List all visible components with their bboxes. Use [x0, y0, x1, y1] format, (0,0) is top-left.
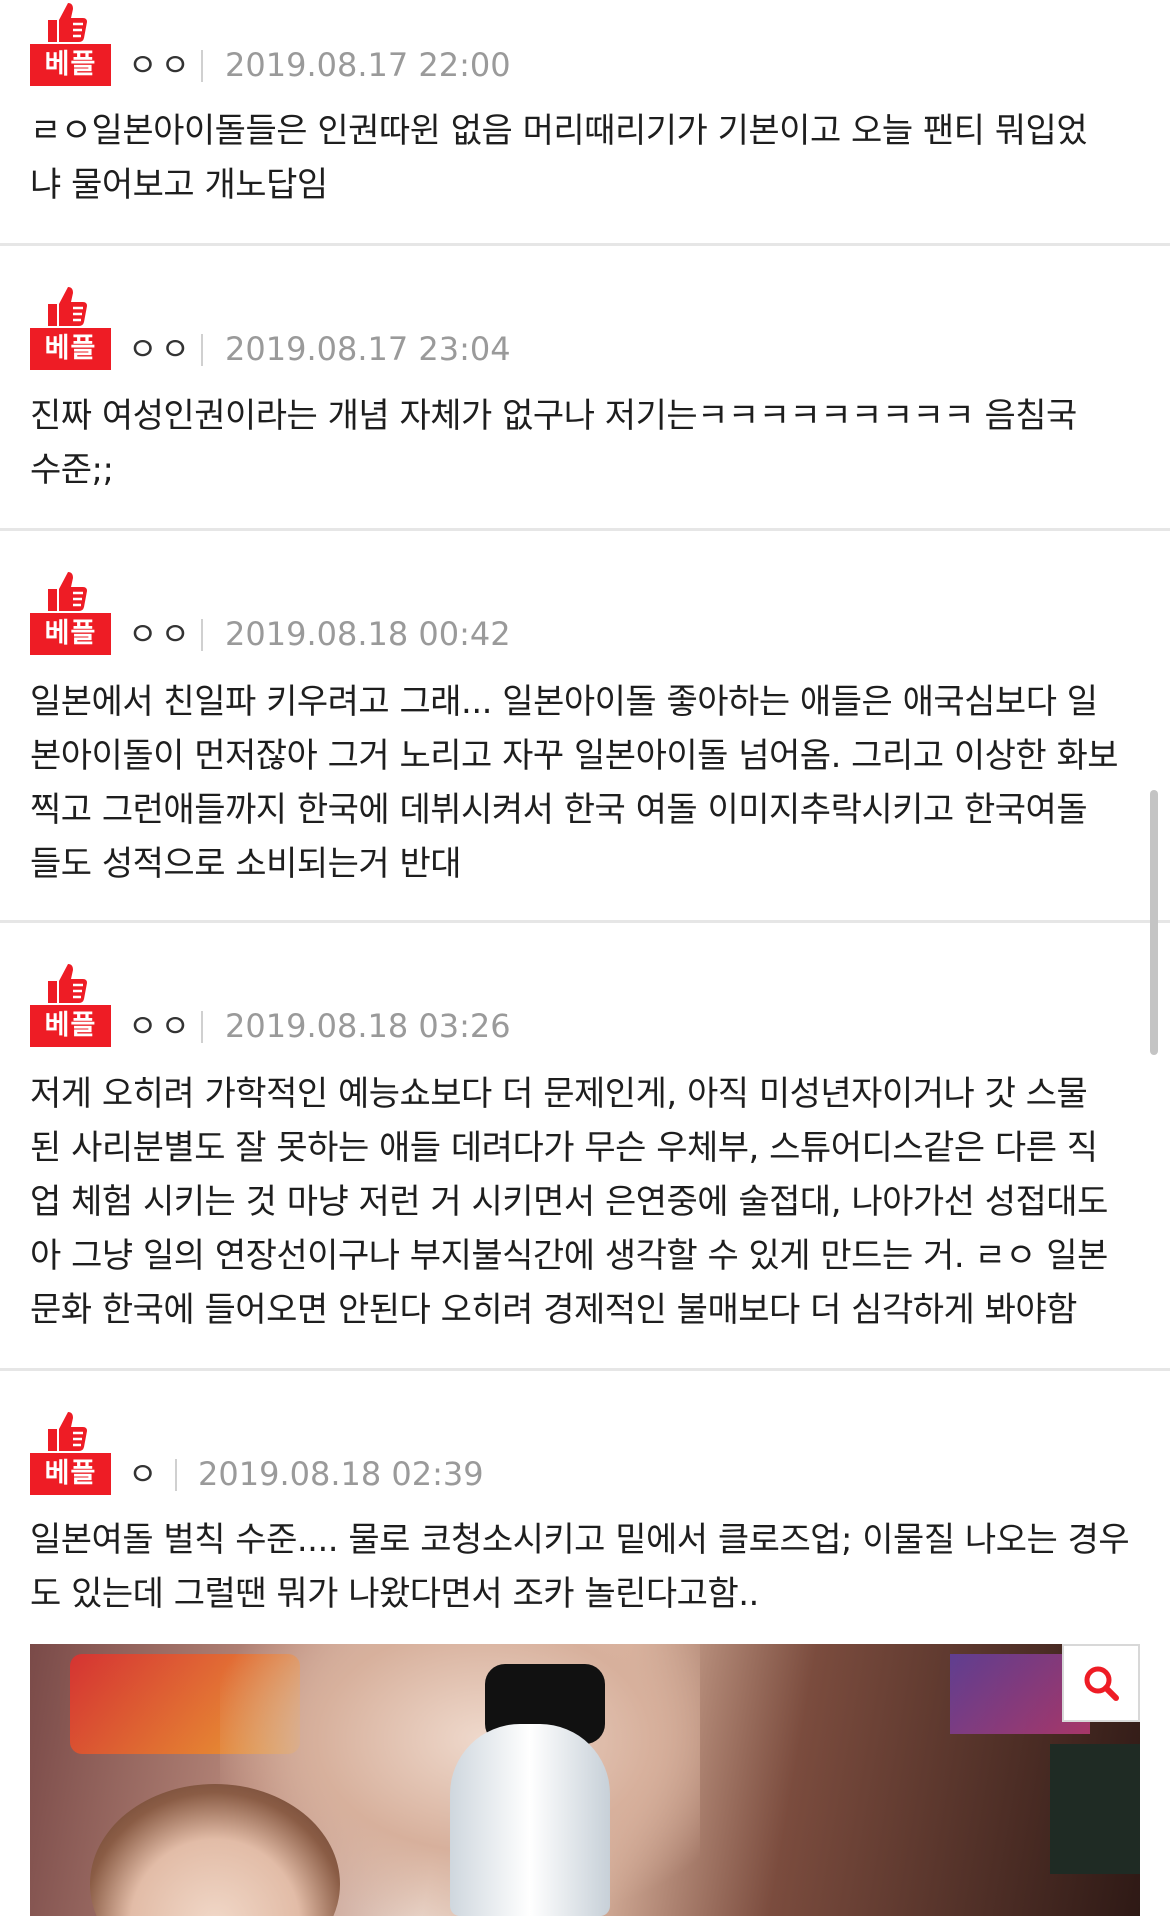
comment-text: 저게 오히려 가학적인 예능쇼보다 더 문제인게, 아직 미성년자이거나 갓 스… [30, 1067, 1145, 1337]
thumbs-up-icon [48, 287, 87, 326]
zoom-button[interactable] [1062, 1644, 1140, 1722]
meta-divider [201, 334, 203, 366]
comment-nickname[interactable]: ㅇ [128, 1453, 160, 1495]
comment-date: 2019.08.17 23:04 [225, 330, 511, 368]
comment-nickname[interactable]: ㅇㅇ [128, 1005, 193, 1047]
comment-date: 2019.08.18 00:42 [225, 615, 511, 653]
comment-text-line: 업 체험 시키는 것 마냥 저런 거 시키면서 은연중에 술접대, 나아가선 성… [30, 1182, 1108, 1222]
comment-text-line: 저게 오히려 가학적인 예능쇼보다 더 문제인게, 아직 미성년자이거나 갓 스… [30, 1074, 1088, 1114]
comment-date: 2019.08.18 02:39 [198, 1455, 484, 1493]
best-badge-label: 베플 [30, 44, 111, 86]
comment-text-line: 된 사리분별도 잘 못하는 애들 데려다가 무슨 우체부, 스튜어디스같은 다른… [30, 1128, 1098, 1168]
search-icon [1084, 1666, 1119, 1701]
best-badge: 베플 [30, 0, 111, 100]
comment-item: 베플 ㅇㅇ 2019.08.18 00:42 일본에서 친일파 키우려고 그래.… [0, 528, 1170, 923]
comment-text: 일본에서 친일파 키우려고 그래... 일본아이돌 좋아하는 애들은 애국심보다… [30, 675, 1145, 891]
comment-meta: 베플 ㅇㅇ 2019.08.17 23:04 [30, 284, 930, 384]
comment-text-line: 아 그냥 일의 연장선이구나 부지불식간에 생각할 수 있게 만드는 거. ㄹㅇ… [30, 1236, 1108, 1276]
best-badge: 베플 [30, 1409, 111, 1509]
meta-divider [201, 1011, 203, 1043]
meta-divider [201, 50, 203, 82]
best-badge: 베플 [30, 961, 111, 1061]
meta-divider [201, 619, 203, 651]
comment-text-line: 일본여돌 벌칙 수준.... 물로 코청소시키고 밑에서 클로즈업; 이물질 나… [30, 1520, 1130, 1560]
comment-meta: 베플 ㅇ 2019.08.18 02:39 [30, 1409, 930, 1509]
comment-item: 베플 ㅇㅇ 2019.08.18 03:26 저게 오히려 가학적인 예능쇼보다… [0, 920, 1170, 1371]
comment-text: 진짜 여성인권이라는 개념 자체가 없구나 저기는ㅋㅋㅋㅋㅋㅋㅋㅋㅋ 음침국 수… [30, 389, 1145, 497]
comment-meta: 베플 ㅇㅇ 2019.08.17 22:00 [30, 0, 930, 100]
comment-date: 2019.08.17 22:00 [225, 46, 511, 84]
comment-text: ㄹㅇ일본아이돌들은 인권따윈 없음 머리때리기가 기본이고 오늘 팬티 뭐입었 … [30, 104, 1145, 212]
comment-text-line: 도 있는데 그럴땐 뭐가 나왔다면서 조카 놀린다고함.. [30, 1574, 759, 1614]
best-badge: 베플 [30, 569, 111, 669]
best-badge-label: 베플 [30, 328, 111, 370]
comment-meta: 베플 ㅇㅇ 2019.08.18 00:42 [30, 569, 930, 669]
comment-text-line: 본아이돌이 먼저잖아 그거 노리고 자꾸 일본아이돌 넘어옴. 그리고 이상한 … [30, 736, 1119, 776]
comment-text-line: 진짜 여성인권이라는 개념 자체가 없구나 저기는ㅋㅋㅋㅋㅋㅋㅋㅋㅋ 음침국 [30, 396, 1077, 436]
comment-nickname[interactable]: ㅇㅇ [128, 328, 193, 370]
comment-item: 베플 ㅇㅇ 2019.08.17 23:04 진짜 여성인권이라는 개념 자체가… [0, 243, 1170, 531]
image-inset-video [1050, 1744, 1140, 1874]
image-bottle [450, 1724, 610, 1916]
comment-text-line: 찍고 그런애들까지 한국에 데뷔시켜서 한국 여돌 이미지추락시키고 한국여돌 [30, 790, 1088, 830]
thumbs-up-icon [48, 3, 87, 42]
thumbs-up-icon [48, 964, 87, 1003]
comment-text: 일본여돌 벌칙 수준.... 물로 코청소시키고 밑에서 클로즈업; 이물질 나… [30, 1513, 1145, 1621]
comment-meta: 베플 ㅇㅇ 2019.08.18 03:26 [30, 961, 930, 1061]
thumbs-up-icon [48, 572, 87, 611]
thumbs-up-icon [48, 1412, 87, 1451]
meta-divider [175, 1459, 177, 1491]
comment-text-line: 문화 한국에 들어오면 안된다 오히려 경제적인 불매보다 더 심각하게 봐야함 [30, 1290, 1077, 1330]
comment-text-line: 들도 성적으로 소비되는거 반대 [30, 844, 462, 884]
comment-nickname[interactable]: ㅇㅇ [128, 613, 193, 655]
comment-item: 베플 ㅇㅇ 2019.08.17 22:00 ㄹㅇ일본아이돌들은 인권따윈 없음… [0, 0, 1170, 246]
comment-nickname[interactable]: ㅇㅇ [128, 44, 193, 86]
best-badge-label: 베플 [30, 1453, 111, 1495]
scrollbar[interactable] [1150, 790, 1158, 1055]
comment-text-line: ㄹㅇ일본아이돌들은 인권따윈 없음 머리때리기가 기본이고 오늘 팬티 뭐입었 [30, 111, 1088, 151]
comment-attached-image[interactable] [30, 1644, 1140, 1916]
comment-text-line: 일본에서 친일파 키우려고 그래... 일본아이돌 좋아하는 애들은 애국심보다… [30, 682, 1098, 722]
best-badge: 베플 [30, 284, 111, 384]
best-badge-label: 베플 [30, 613, 111, 655]
comment-text-line: 수준;; [30, 450, 114, 490]
comment-date: 2019.08.18 03:26 [225, 1007, 511, 1045]
best-badge-label: 베플 [30, 1005, 111, 1047]
comment-text-line: 냐 물어보고 개노답임 [30, 165, 328, 205]
